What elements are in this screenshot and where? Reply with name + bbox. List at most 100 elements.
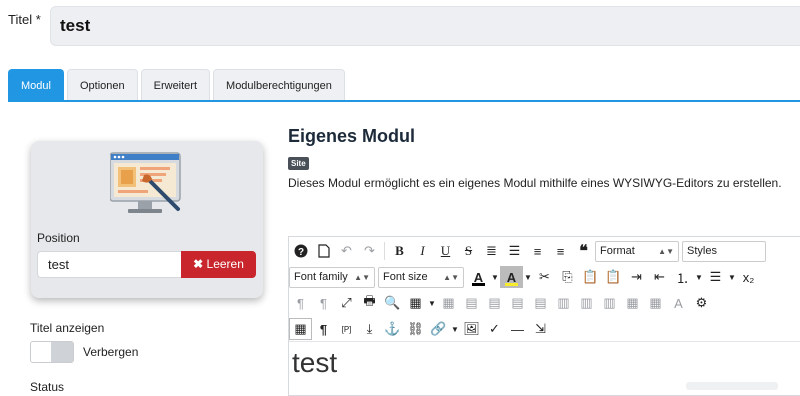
title-label: Titel * bbox=[8, 12, 41, 27]
tab-modul[interactable]: Modul bbox=[8, 69, 64, 101]
new-document-icon[interactable] bbox=[312, 240, 335, 262]
copy-icon[interactable]: ⎘ bbox=[556, 266, 579, 288]
chevron-updown-icon: ▲▼ bbox=[354, 272, 370, 282]
bullet-list-icon[interactable]: ☰ bbox=[704, 266, 727, 288]
chevron-updown-icon: ▲▼ bbox=[443, 272, 459, 282]
toolbar-separator bbox=[384, 242, 385, 260]
font-size-label: Font size bbox=[383, 270, 428, 283]
text-color-button[interactable]: A bbox=[467, 266, 490, 288]
print-icon[interactable]: 🖶 bbox=[358, 292, 381, 314]
fullscreen-icon[interactable]: ⤢ bbox=[335, 292, 358, 314]
highlight-color-swatch bbox=[505, 283, 518, 286]
link-icon[interactable]: 🔗 bbox=[427, 318, 450, 340]
spellcheck-icon[interactable]: ✓ bbox=[483, 318, 506, 340]
show-title-label: Titel anzeigen bbox=[30, 321, 105, 335]
underline-button[interactable]: U bbox=[434, 240, 457, 262]
chevron-down-icon[interactable]: ▼ bbox=[450, 318, 460, 340]
title-input[interactable]: test bbox=[50, 6, 800, 46]
format-select[interactable]: Format ▲▼ bbox=[595, 240, 679, 262]
align-center-icon[interactable]: ☰ bbox=[503, 240, 526, 262]
paragraph-block-icon[interactable]: [P] bbox=[335, 318, 358, 340]
font-family-select[interactable]: Font family ▲▼ bbox=[289, 266, 375, 288]
close-icon: ✖ bbox=[193, 257, 204, 271]
toolbar-divider bbox=[289, 341, 800, 342]
chevron-down-icon[interactable]: ▼ bbox=[490, 266, 500, 288]
tab-erweitert[interactable]: Erweitert bbox=[140, 69, 211, 101]
format-select-label: Format bbox=[600, 244, 635, 257]
align-justify-icon[interactable]: ≣ bbox=[480, 240, 503, 262]
cut-icon[interactable]: ✂ bbox=[533, 266, 556, 288]
text-style-icon[interactable]: A bbox=[667, 292, 690, 314]
anchor-icon[interactable]: ⚓ bbox=[381, 318, 404, 340]
tab-bar: Modul Optionen Erweitert Modulberechtigu… bbox=[8, 69, 348, 101]
horizontal-rule-icon[interactable]: ― bbox=[506, 318, 529, 340]
show-title-toggle[interactable] bbox=[30, 341, 74, 363]
styles-select-label: Styles bbox=[687, 244, 717, 257]
font-family-label: Font family bbox=[294, 270, 348, 283]
search-icon[interactable]: 🔍 bbox=[381, 292, 404, 314]
help-icon[interactable]: ? bbox=[289, 240, 312, 262]
align-left-icon[interactable]: ≡ bbox=[526, 240, 549, 262]
module-description: Dieses Modul ermöglicht es ein eigenes M… bbox=[288, 176, 782, 190]
table-delete-col-icon[interactable]: ▥ bbox=[598, 292, 621, 314]
table-col-before-icon[interactable]: ▥ bbox=[552, 292, 575, 314]
tab-modulberechtigungen[interactable]: Modulberechtigungen bbox=[213, 69, 345, 101]
strikethrough-button[interactable]: S bbox=[457, 240, 480, 262]
visual-aid-icon[interactable]: ▦ bbox=[289, 318, 312, 340]
show-title-toggle-text: Verbergen bbox=[83, 345, 139, 359]
ltr-paragraph-icon[interactable]: ¶ bbox=[312, 292, 335, 314]
paste-text-icon[interactable]: 📋 bbox=[602, 266, 625, 288]
tab-underline bbox=[8, 100, 800, 102]
table-delete-row-icon[interactable]: ▤ bbox=[529, 292, 552, 314]
editor-toolbar: ? ↶ ↷ B I U S ≣ ☰ ≡ ≡ ❝ Format ▲▼ Styles … bbox=[289, 237, 800, 341]
indent-icon[interactable]: ⇥ bbox=[625, 266, 648, 288]
font-size-select[interactable]: Font size ▲▼ bbox=[378, 266, 464, 288]
position-label: Position bbox=[37, 231, 80, 245]
chevron-down-icon[interactable]: ▼ bbox=[727, 266, 737, 288]
insert-icon[interactable]: ⤓ bbox=[358, 318, 381, 340]
gear-icon[interactable]: ⚙ bbox=[690, 292, 713, 314]
rtl-paragraph-icon[interactable]: ¶ bbox=[289, 292, 312, 314]
chevron-updown-icon: ▲▼ bbox=[658, 246, 674, 256]
subscript-icon[interactable]: x₂ bbox=[737, 266, 760, 288]
table-row-icon[interactable]: ▤ bbox=[460, 292, 483, 314]
outdent-icon[interactable]: ⇤ bbox=[648, 266, 671, 288]
blockquote-icon[interactable]: ❝ bbox=[572, 240, 595, 262]
table-icon[interactable]: ▦ bbox=[404, 292, 427, 314]
module-heading: Eigenes Modul bbox=[288, 126, 416, 146]
italic-button[interactable]: I bbox=[411, 240, 434, 262]
highlight-color-button[interactable]: A bbox=[500, 266, 523, 288]
site-badge: Site bbox=[288, 157, 309, 170]
table-merge-icon[interactable]: ▦ bbox=[644, 292, 667, 314]
show-blocks-icon[interactable]: ¶ bbox=[312, 318, 335, 340]
page-break-icon[interactable]: ⇲ bbox=[529, 318, 552, 340]
bold-button[interactable]: B bbox=[388, 240, 411, 262]
styles-select[interactable]: Styles bbox=[682, 240, 766, 262]
position-input[interactable]: test bbox=[37, 251, 182, 278]
table-split-icon[interactable]: ▦ bbox=[621, 292, 644, 314]
clear-button-label: Leeren bbox=[206, 257, 244, 271]
table-col-after-icon[interactable]: ▥ bbox=[575, 292, 598, 314]
table-row-after-icon[interactable]: ▤ bbox=[506, 292, 529, 314]
toggle-knob bbox=[51, 342, 73, 362]
status-label: Status bbox=[30, 380, 65, 394]
editor-content[interactable]: test bbox=[292, 347, 337, 379]
image-icon[interactable]: 🖼 bbox=[460, 318, 483, 340]
chevron-down-icon[interactable]: ▼ bbox=[694, 266, 704, 288]
svg-text:?: ? bbox=[297, 247, 303, 258]
align-right-icon[interactable]: ≡ bbox=[549, 240, 572, 262]
text-color-swatch bbox=[472, 283, 485, 286]
editor-toggle-button[interactable] bbox=[686, 382, 778, 390]
clear-position-button[interactable]: ✖ Leeren bbox=[181, 251, 256, 278]
tab-optionen[interactable]: Optionen bbox=[66, 69, 138, 101]
ordered-list-icon[interactable]: ⒈ bbox=[671, 266, 694, 288]
table-delete-icon[interactable]: ▦ bbox=[437, 292, 460, 314]
undo-icon[interactable]: ↶ bbox=[335, 240, 358, 262]
chevron-down-icon[interactable]: ▼ bbox=[523, 266, 533, 288]
paste-icon[interactable]: 📋 bbox=[579, 266, 602, 288]
redo-icon[interactable]: ↷ bbox=[358, 240, 381, 262]
monitor-paintbrush-icon bbox=[110, 152, 181, 213]
table-row-before-icon[interactable]: ▤ bbox=[483, 292, 506, 314]
unlink-icon[interactable]: ⛓ bbox=[404, 318, 427, 340]
chevron-down-icon[interactable]: ▼ bbox=[427, 292, 437, 314]
